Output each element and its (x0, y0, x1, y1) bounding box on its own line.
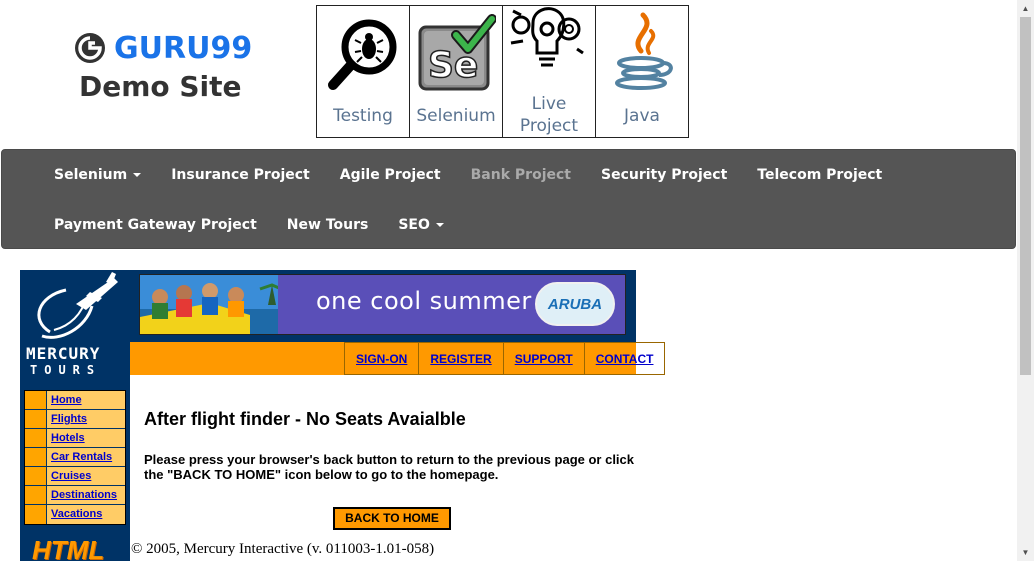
nav-selenium[interactable]: Selenium (54, 167, 142, 183)
logo-brand-text: GURU99 (114, 30, 253, 66)
java-icon (596, 12, 688, 92)
menu-bullet (25, 448, 47, 466)
nav-bank-project[interactable]: Bank Project (471, 167, 571, 183)
tile-label: Selenium (416, 106, 496, 126)
menu-bullet (25, 410, 47, 428)
main-navbar: Selenium Insurance Project Agile Project… (1, 149, 1016, 249)
side-menu-item: Hotels (25, 429, 125, 448)
page: GURU99 Demo Site Testing Se Selenium Liv… (0, 0, 1034, 561)
mercury-side-menu: Home Flights Hotels Car Rentals Cruises … (24, 390, 126, 525)
page-heading: After flight finder - No Seats Avaialble (144, 409, 466, 429)
nav-new-tours[interactable]: New Tours (287, 217, 369, 233)
banner-tagline: one cool summer (316, 287, 532, 315)
link-register[interactable]: REGISTER (418, 342, 503, 375)
caret-down-icon (133, 173, 142, 177)
nav-telecom-project[interactable]: Telecom Project (757, 167, 882, 183)
scrollbar-thumb[interactable] (1020, 17, 1031, 375)
side-link-destinations[interactable]: Destinations (47, 486, 117, 504)
tile-selenium[interactable]: Se Selenium (409, 5, 503, 138)
tile-java[interactable]: Java (595, 5, 689, 138)
mercury-tours-logo[interactable]: MERCURY TOURS (20, 270, 130, 380)
nav-payment-gateway-project[interactable]: Payment Gateway Project (54, 217, 257, 233)
mercury-sidebar: MERCURY TOURS Home Flights Hotels Car Re… (20, 270, 130, 561)
back-to-home-button[interactable]: BACK TO HOME (333, 507, 451, 530)
selenium-icon: Se (410, 14, 502, 92)
mercury-brand-line2: TOURS (30, 363, 102, 377)
tile-live-project[interactable]: Live Project (502, 5, 596, 138)
menu-bullet (25, 505, 47, 524)
menu-bullet (25, 467, 47, 485)
html-badge: HTML (32, 535, 105, 561)
magnifier-bug-icon (317, 14, 409, 92)
nav-insurance-project[interactable]: Insurance Project (171, 167, 310, 183)
side-link-hotels[interactable]: Hotels (47, 429, 85, 447)
side-menu-item: Destinations (25, 486, 125, 505)
logo-subtitle: Demo Site (79, 70, 242, 103)
vertical-scrollbar[interactable]: ▲ ▼ (1017, 0, 1034, 561)
aruba-logo: ARUBA (535, 282, 615, 326)
side-menu-item: Vacations (25, 505, 125, 524)
nav-agile-project[interactable]: Agile Project (340, 167, 441, 183)
side-link-home[interactable]: Home (47, 391, 82, 409)
menu-bullet (25, 429, 47, 447)
side-menu-item: Home (25, 391, 125, 410)
side-menu-item: Car Rentals (25, 448, 125, 467)
logo-brand-row: GURU99 (74, 28, 254, 68)
side-link-vacations[interactable]: Vacations (47, 505, 102, 524)
header-tiles: Testing Se Selenium Live Project Java (316, 5, 689, 138)
guru99-mark-icon (75, 33, 105, 63)
nav-row-2: Payment Gateway Project New Tours SEO (54, 214, 474, 236)
tile-label-line1: Live (531, 94, 567, 114)
caret-down-icon (435, 223, 444, 227)
lightbulb-gears-icon (503, 6, 595, 84)
side-menu-item: Flights (25, 410, 125, 429)
link-support[interactable]: SUPPORT (502, 342, 584, 375)
tile-label: Java (624, 106, 660, 126)
aruba-banner-ad[interactable]: one cool summer ARUBA (139, 274, 626, 335)
tile-label: Testing (333, 106, 393, 126)
mercury-brand-line1: MERCURY (26, 344, 101, 363)
menu-bullet (25, 391, 47, 409)
mercury-top-links: SIGN-ON REGISTER SUPPORT CONTACT (344, 342, 666, 375)
instructions-text: Please press your browser's back button … (144, 452, 635, 482)
nav-security-project[interactable]: Security Project (601, 167, 727, 183)
nav-seo[interactable]: SEO (398, 217, 444, 233)
copyright-text: © 2005, Mercury Interactive (v. 011003-1… (131, 541, 435, 557)
airplane-globe-icon (37, 272, 118, 339)
side-link-cruises[interactable]: Cruises (47, 467, 91, 485)
side-link-car-rentals[interactable]: Car Rentals (47, 448, 112, 466)
beach-photo (140, 275, 300, 334)
guru99-logo[interactable]: GURU99 Demo Site (74, 28, 254, 103)
nav-row-1: Selenium Insurance Project Agile Project… (54, 164, 912, 186)
scroll-down-arrow-icon[interactable]: ▼ (1017, 544, 1034, 561)
link-contact[interactable]: CONTACT (583, 342, 666, 375)
tile-testing[interactable]: Testing (316, 5, 410, 138)
tile-label-line2: Project (519, 116, 579, 136)
link-sign-on[interactable]: SIGN-ON (344, 342, 419, 375)
side-link-flights[interactable]: Flights (47, 410, 87, 428)
side-menu-item: Cruises (25, 467, 125, 486)
menu-bullet (25, 486, 47, 504)
scroll-up-arrow-icon[interactable]: ▲ (1017, 0, 1034, 17)
